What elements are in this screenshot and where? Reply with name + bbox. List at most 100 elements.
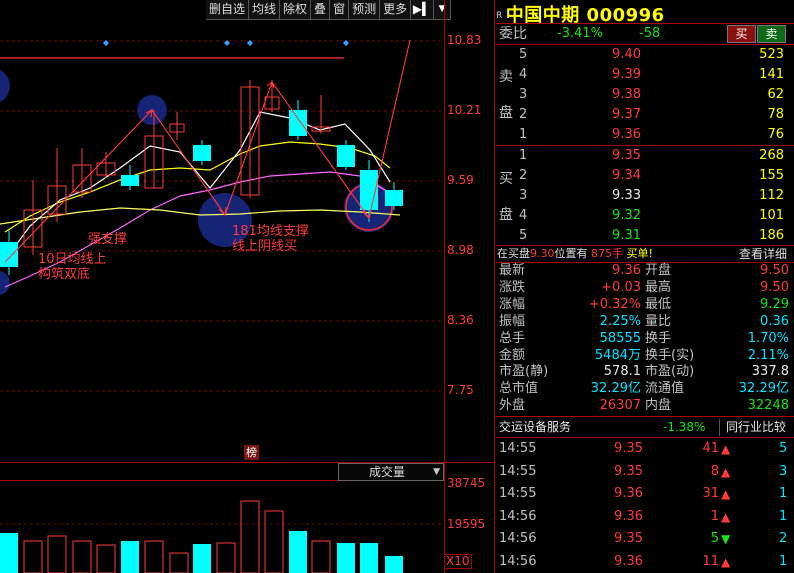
quote-stat-row: 涨跌 +0.03 最高 9.50 — [499, 280, 794, 295]
stat-value: 9.50 — [760, 279, 789, 295]
volume-tick: 38745 — [447, 476, 486, 490]
quote-stat-row: 总市值 32.29亿 流通值 32.29亿 — [499, 381, 794, 396]
sell-level-row: 5 9.40 523 — [496, 45, 794, 65]
sell-volume: 62 — [767, 87, 784, 102]
stat-value: 578.1 — [603, 364, 641, 380]
quote-stat-row: 总手 58555 换手 1.70% — [499, 331, 794, 346]
kline-chart[interactable] — [0, 0, 444, 440]
stat-label: 总市值 — [499, 381, 539, 397]
price-tick: 8.36 — [447, 313, 474, 327]
sell-price: 9.38 — [612, 87, 641, 102]
ma181-note-line1: 181均线支撑 — [232, 224, 309, 239]
trade-time: 14:55 — [499, 441, 537, 456]
stat-label: 外盘 — [499, 398, 526, 414]
view-detail-link[interactable]: 查看详细 — [739, 246, 787, 262]
volume-indicator-select[interactable]: 成交量 ▼ — [338, 463, 444, 481]
price-tick: 8.98 — [447, 243, 474, 257]
stock-flag: R — [496, 11, 503, 21]
price-tick: 7.75 — [447, 383, 474, 397]
trade-count: 1 — [779, 553, 788, 569]
stat-label: 涨跌 — [499, 279, 526, 295]
stat-label: 量比 — [645, 313, 672, 329]
sell-volume: 78 — [767, 107, 784, 122]
buy-price: 9.33 — [612, 188, 641, 203]
trade-count: 3 — [779, 463, 788, 479]
volume-multiplier: X10 — [444, 554, 472, 569]
trade-row: 14:56 9.35 5 ▼ 2 — [499, 528, 794, 550]
stat-value: 337.8 — [751, 364, 789, 380]
price-tick: 10.21 — [447, 103, 482, 117]
sell-price: 9.37 — [612, 107, 641, 122]
sell-level-row: 3 9.38 62 — [496, 85, 794, 105]
arrow-up-icon: ▲ — [721, 442, 731, 456]
weibi-label: 委比 — [499, 26, 527, 42]
trade-price: 9.36 — [614, 486, 643, 501]
buy-button[interactable]: 买 — [727, 25, 756, 43]
stat-value: 9.50 — [760, 263, 789, 278]
sell-level-row: 4 9.39 141 — [496, 65, 794, 85]
stat-label: 最高 — [645, 279, 672, 295]
stat-value: 58555 — [599, 330, 641, 346]
trade-row: 14:55 9.36 31 ▲ 1 — [499, 483, 794, 505]
quote-stat-row: 外盘 26307 内盘 32248 — [499, 398, 794, 413]
volume-tick: 19595 — [447, 517, 486, 531]
trade-time: 14:55 — [499, 463, 537, 479]
divider — [496, 23, 794, 24]
buy-price: 9.31 — [612, 228, 641, 243]
stat-value: 32248 — [747, 398, 789, 414]
buy-volume: 268 — [759, 148, 784, 163]
buy-level-row: 5 9.31 186 — [496, 226, 794, 246]
trade-price: 9.35 — [614, 531, 643, 546]
stat-label: 开盘 — [645, 263, 672, 278]
buy-volume: 101 — [759, 208, 784, 223]
buy-price: 9.34 — [612, 168, 641, 183]
sell-price: 9.36 — [612, 127, 641, 142]
sector-change: -1.38% — [663, 420, 706, 434]
trade-qty: 5 — [710, 531, 719, 546]
trade-qty: 11 — [702, 553, 719, 569]
stat-label: 总手 — [499, 330, 526, 346]
trade-row: 14:55 9.35 41 ▲ 5 — [499, 438, 794, 460]
buy-level-row: 1 9.35 268 — [496, 146, 794, 166]
trade-qty: 8 — [710, 463, 719, 479]
buy-volume: 186 — [759, 228, 784, 243]
price-tick: 9.59 — [447, 173, 474, 187]
volume-indicator-label: 成交量 — [369, 465, 406, 479]
stat-label: 换手(实) — [645, 347, 695, 363]
sell-level-row: 1 9.36 76 — [496, 125, 794, 145]
stat-label: 换手 — [645, 330, 672, 346]
stat-value: 2.25% — [599, 313, 641, 329]
divider — [496, 416, 794, 417]
trade-row: 14:56 9.36 1 ▲ 1 — [499, 506, 794, 528]
volume-chart[interactable] — [0, 481, 444, 573]
stat-value: +0.32% — [588, 296, 641, 312]
trade-price: 9.35 — [614, 441, 643, 456]
industry-compare-button[interactable]: 同行业比较 — [719, 419, 786, 436]
stat-label: 市盈(动) — [645, 364, 695, 380]
buy-level-row: 3 9.33 112 — [496, 186, 794, 206]
trade-count: 5 — [779, 441, 788, 456]
arrow-up-icon: ▲ — [721, 487, 731, 501]
sell-volume: 523 — [759, 47, 784, 62]
stat-label: 市盈(静) — [499, 364, 549, 380]
panel-left-border — [494, 0, 495, 573]
sector-name[interactable]: 交运设备服务 — [499, 420, 571, 434]
sell-volume: 76 — [767, 127, 784, 142]
arrow-up-icon: ▲ — [721, 554, 731, 569]
stat-value: +0.03 — [601, 279, 641, 295]
trade-qty: 1 — [710, 508, 719, 524]
buy-volume: 155 — [759, 168, 784, 183]
stat-value: 32.29亿 — [738, 381, 789, 397]
sell-volume: 141 — [759, 67, 784, 82]
ma181-note-line2: 线上阴线买 — [232, 239, 298, 254]
price-tick: 10.83 — [447, 33, 482, 47]
sell-button[interactable]: 卖 — [757, 25, 786, 43]
buy-level-row: 2 9.34 155 — [496, 166, 794, 186]
trade-count: 1 — [779, 486, 788, 501]
rank-badge[interactable]: 榜 — [244, 445, 259, 460]
trade-count: 2 — [779, 531, 788, 546]
buy-volume: 112 — [759, 188, 784, 203]
buy-level-row: 4 9.32 101 — [496, 206, 794, 226]
quote-stat-row: 振幅 2.25% 量比 0.36 — [499, 314, 794, 329]
stat-label: 流通值 — [645, 381, 685, 397]
